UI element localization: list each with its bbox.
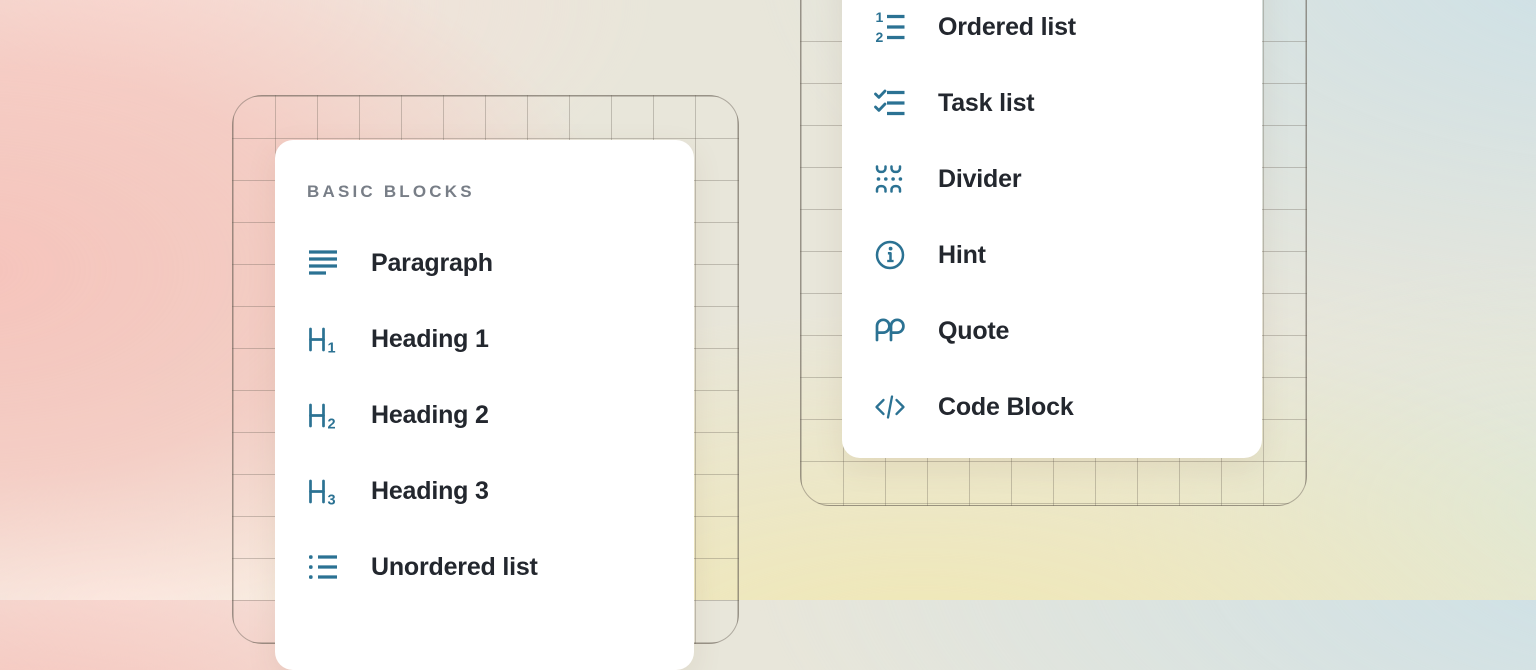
code-block-icon — [873, 390, 907, 424]
menu-item-label: Hint — [938, 241, 986, 270]
menu-item-hint[interactable]: Hint — [842, 217, 1262, 293]
heading-1-icon: 1 — [306, 322, 340, 356]
menu-item-label: Ordered list — [938, 13, 1076, 42]
divider-icon — [873, 162, 907, 196]
menu-item-label: Task list — [938, 89, 1034, 118]
menu-item-label: Divider — [938, 165, 1021, 194]
insert-blocks-menu-list: 1 2 Ordered list Task list Divider Hint Q… — [842, 0, 1262, 445]
menu-item-label: Paragraph — [371, 249, 493, 278]
menu-item-heading-2[interactable]: 2 Heading 2 — [275, 377, 694, 453]
menu-item-label: Quote — [938, 317, 1009, 346]
heading-3-icon: 3 — [306, 474, 340, 508]
menu-item-ordered-list[interactable]: 1 2 Ordered list — [842, 0, 1262, 65]
svg-text:3: 3 — [328, 493, 336, 509]
menu-item-label: Code Block — [938, 393, 1074, 422]
menu-item-label: Heading 2 — [371, 401, 489, 430]
section-label-basic-blocks: BASIC BLOCKS — [307, 182, 694, 202]
menu-item-divider[interactable]: Divider — [842, 141, 1262, 217]
svg-text:2: 2 — [876, 29, 884, 44]
menu-item-code-block[interactable]: Code Block — [842, 369, 1262, 445]
quote-icon — [873, 314, 907, 348]
menu-item-paragraph[interactable]: Paragraph — [275, 225, 694, 301]
paragraph-icon — [306, 246, 340, 280]
menu-item-heading-1[interactable]: 1 Heading 1 — [275, 301, 694, 377]
menu-item-heading-3[interactable]: 3 Heading 3 — [275, 453, 694, 529]
menu-item-task-list[interactable]: Task list — [842, 65, 1262, 141]
ordered-list-icon: 1 2 — [873, 10, 907, 44]
menu-item-label: Unordered list — [371, 553, 538, 582]
basic-blocks-menu: BASIC BLOCKS Paragraph 1 Heading 1 2 Hea… — [275, 140, 694, 670]
menu-item-label: Heading 1 — [371, 325, 489, 354]
task-list-icon — [873, 86, 907, 120]
heading-2-icon: 2 — [306, 398, 340, 432]
unordered-list-icon — [306, 550, 340, 584]
menu-item-unordered-list[interactable]: Unordered list — [275, 529, 694, 605]
basic-blocks-menu-list: Paragraph 1 Heading 1 2 Heading 2 3 Head… — [275, 225, 694, 605]
svg-text:2: 2 — [328, 417, 336, 433]
svg-text:1: 1 — [876, 10, 884, 25]
menu-item-label: Heading 3 — [371, 477, 489, 506]
hint-icon — [873, 238, 907, 272]
menu-item-quote[interactable]: Quote — [842, 293, 1262, 369]
svg-text:1: 1 — [328, 341, 336, 357]
insert-blocks-menu: 1 2 Ordered list Task list Divider Hint Q… — [842, 0, 1262, 458]
